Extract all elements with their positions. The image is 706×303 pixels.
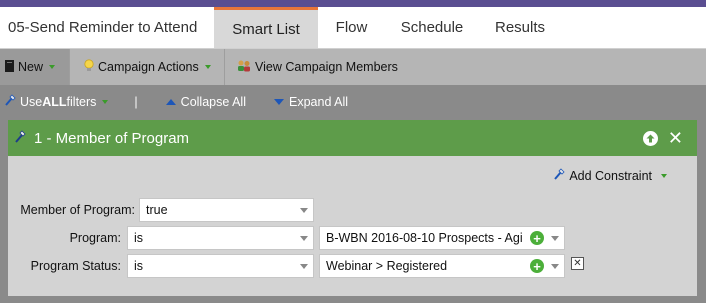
- wand-icon: [14, 129, 26, 147]
- use-prefix: Use: [20, 94, 43, 109]
- tab-flow[interactable]: Flow: [318, 7, 385, 48]
- member-of-program-label: Member of Program:: [20, 203, 135, 217]
- filter-options-bar: Use ALL filters | Collapse All Expand Al…: [0, 86, 706, 117]
- tab-bar: 05-Send Reminder to Attend Smart List Fl…: [0, 7, 706, 48]
- chevron-down-icon: [551, 264, 559, 269]
- use-bold: ALL: [42, 94, 67, 109]
- campaign-actions-label: Campaign Actions: [98, 60, 199, 74]
- collapse-all-button[interactable]: Collapse All: [165, 94, 246, 109]
- new-label: New: [18, 60, 44, 74]
- add-constraint-label: Add Constraint: [569, 168, 652, 183]
- chevron-down-icon: [204, 65, 211, 69]
- use-all-filters-menu[interactable]: Use ALL filters: [4, 94, 109, 109]
- close-icon[interactable]: ✕: [668, 129, 683, 147]
- plus-circle-icon[interactable]: +: [530, 231, 544, 245]
- program-operator-select[interactable]: is: [127, 226, 314, 250]
- collapse-arrow-icon: [165, 98, 176, 105]
- tab-results[interactable]: Results: [479, 7, 561, 48]
- top-accent-stripe: [0, 0, 706, 7]
- delete-box-icon[interactable]: ✕: [571, 257, 584, 270]
- member-of-program-value: true: [146, 203, 168, 217]
- separator: |: [134, 94, 138, 109]
- campaign-title: 05-Send Reminder to Attend: [8, 19, 198, 36]
- view-campaign-members-button[interactable]: View Campaign Members: [225, 49, 408, 85]
- campaign-actions-button[interactable]: Campaign Actions: [70, 49, 225, 85]
- collapse-all-label: Collapse All: [180, 94, 246, 109]
- program-label: Program:: [69, 231, 121, 245]
- program-status-label: Program Status:: [30, 259, 121, 273]
- program-operator-value: is: [134, 231, 144, 245]
- filter-header[interactable]: 1 - Member of Program ✕: [8, 120, 697, 156]
- program-status-operator-select[interactable]: is: [127, 254, 314, 278]
- chevron-down-icon: [300, 236, 308, 241]
- plus-circle-icon[interactable]: +: [530, 259, 544, 273]
- arrow-up-circle-icon[interactable]: [642, 130, 658, 146]
- program-value-select[interactable]: B-WBN 2016-08-10 Prospects - Agi: [319, 226, 565, 250]
- people-icon: [237, 60, 251, 75]
- new-menu-button[interactable]: New: [0, 49, 70, 85]
- expand-all-button[interactable]: Expand All: [274, 95, 348, 109]
- add-constraint-button[interactable]: Add Constraint: [553, 168, 667, 183]
- chevron-down-icon: [102, 99, 109, 104]
- tab-schedule[interactable]: Schedule: [385, 7, 479, 48]
- program-status-value-select[interactable]: Webinar > Registered: [319, 254, 565, 278]
- chevron-down-icon: [300, 208, 308, 213]
- member-of-program-select[interactable]: true: [139, 198, 314, 222]
- chevron-down-icon: [300, 264, 308, 269]
- document-icon: [5, 59, 14, 75]
- tab-smart-list[interactable]: Smart List: [214, 7, 318, 48]
- program-status-value: Webinar > Registered: [326, 259, 448, 273]
- wand-icon: [553, 168, 565, 183]
- chevron-down-icon: [661, 173, 667, 178]
- program-value: B-WBN 2016-08-10 Prospects - Agi: [326, 231, 523, 245]
- expand-all-label: Expand All: [289, 94, 349, 109]
- program-status-operator-value: is: [134, 259, 144, 273]
- wand-icon: [4, 94, 16, 109]
- filter-title: 1 - Member of Program: [34, 129, 190, 147]
- chevron-down-icon: [49, 65, 56, 69]
- expand-arrow-icon: [274, 98, 284, 105]
- toolbar: New Campaign Actions View Campaign Membe…: [0, 48, 706, 85]
- chevron-down-icon: [551, 236, 559, 241]
- filter-card: 1 - Member of Program ✕ Add Constraint M…: [8, 120, 697, 296]
- lightbulb-icon: [84, 59, 94, 75]
- use-suffix: filters: [66, 94, 97, 109]
- view-members-label: View Campaign Members: [255, 60, 398, 74]
